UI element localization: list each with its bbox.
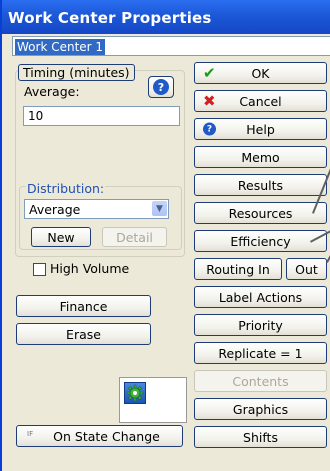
help-icon: ? xyxy=(203,122,216,136)
graphics-button[interactable]: Graphics xyxy=(194,398,327,420)
contents-button[interactable]: Contents xyxy=(194,370,327,392)
chevron-down-icon[interactable]: ▼ xyxy=(152,201,167,216)
finance-button[interactable]: Finance xyxy=(16,295,151,317)
label-actions-button[interactable]: Label Actions xyxy=(194,286,327,308)
memo-button[interactable]: Memo xyxy=(194,146,327,168)
distribution-label: Distribution: xyxy=(26,181,106,196)
new-distribution-button[interactable]: New xyxy=(31,227,91,247)
window-title: Work Center Properties xyxy=(8,9,212,27)
on-state-change-label: On State Change xyxy=(53,428,160,444)
annotation-line xyxy=(326,255,330,263)
routing-in-button[interactable]: Routing In xyxy=(194,258,282,280)
ok-label: OK xyxy=(251,65,270,81)
timing-help-button[interactable]: ? xyxy=(148,76,174,98)
question-icon: ? xyxy=(153,79,169,95)
work-center-properties-window: Work Center Properties Work Center 1 Tim… xyxy=(0,0,330,471)
work-center-name-value: Work Center 1 xyxy=(15,39,106,55)
close-icon: ✖ xyxy=(203,92,216,110)
resources-button[interactable]: Resources xyxy=(194,202,327,224)
graphic-preview[interactable] xyxy=(119,377,187,423)
shifts-button[interactable]: Shifts xyxy=(194,426,327,448)
checkmark-icon: ✔ xyxy=(203,64,216,82)
high-volume-checkbox[interactable] xyxy=(33,263,46,276)
cancel-button[interactable]: ✖ Cancel xyxy=(194,90,327,112)
average-label: Average: xyxy=(24,84,80,99)
replicate-button[interactable]: Replicate = 1 xyxy=(194,342,327,364)
timing-group-label: Timing (minutes) xyxy=(18,64,135,81)
if-then-icon: IF xyxy=(27,430,34,438)
average-input[interactable]: 10 xyxy=(23,106,180,126)
on-state-change-button[interactable]: IF On State Change xyxy=(16,425,183,447)
results-button[interactable]: Results xyxy=(194,174,327,196)
distribution-select[interactable]: Average ▼ xyxy=(24,199,169,219)
work-center-name-input[interactable]: Work Center 1 xyxy=(12,36,330,56)
title-bar[interactable]: Work Center Properties xyxy=(2,0,330,34)
erase-button[interactable]: Erase xyxy=(16,323,151,345)
help-button[interactable]: ? Help xyxy=(194,118,327,140)
ok-button[interactable]: ✔ OK xyxy=(194,62,327,84)
priority-button[interactable]: Priority xyxy=(194,314,327,336)
detail-button[interactable]: Detail xyxy=(102,227,167,247)
high-volume-label: High Volume xyxy=(50,261,130,276)
gear-icon xyxy=(124,382,146,404)
efficiency-button[interactable]: Efficiency xyxy=(194,230,327,252)
help-label: Help xyxy=(246,121,275,137)
routing-out-button[interactable]: Out xyxy=(286,258,327,280)
distribution-value: Average xyxy=(29,202,81,217)
cancel-label: Cancel xyxy=(239,93,282,109)
